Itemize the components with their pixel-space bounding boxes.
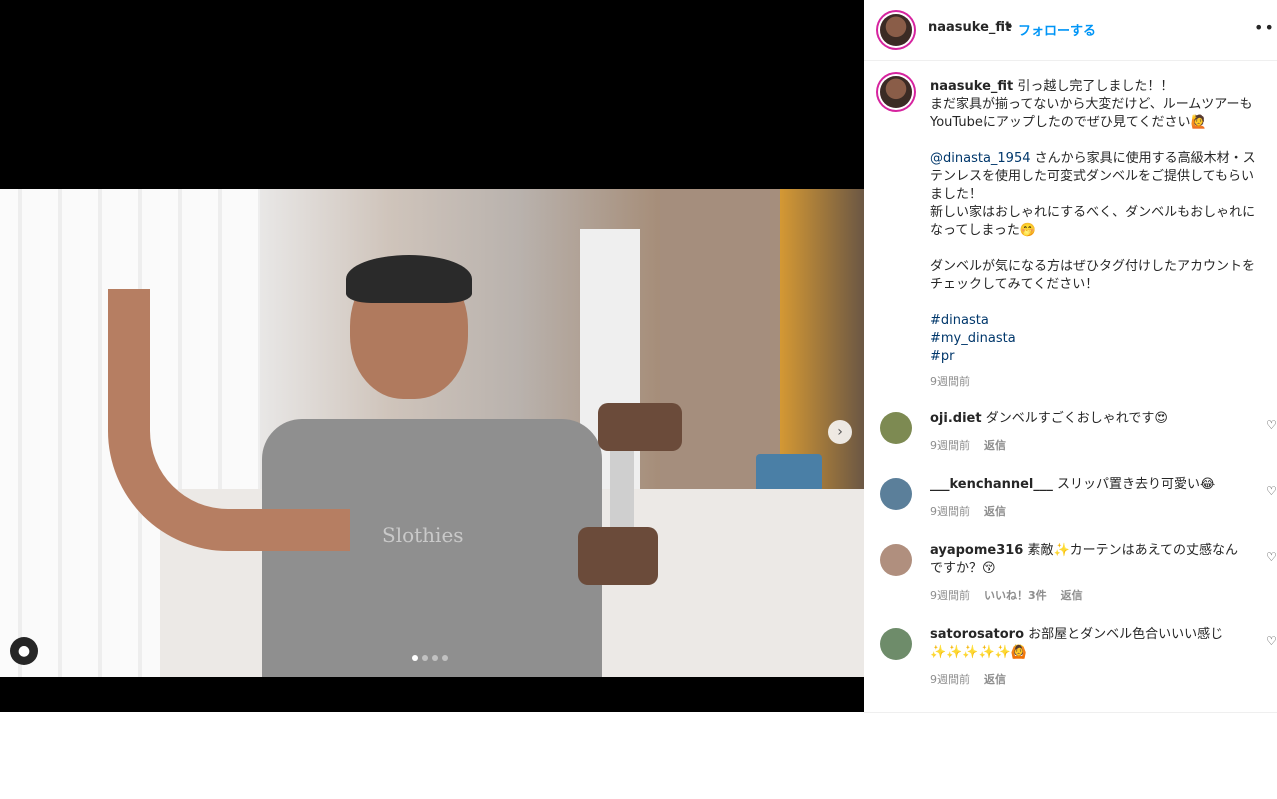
flexed-arm [108,289,350,551]
commenter-avatar[interactable] [880,544,912,576]
post-details-panel: naasuke_fit • フォローする ••• naasuke_fit 引っ越… [864,0,1277,713]
carousel-dot [422,655,428,661]
comment-username[interactable]: satorosatoro [930,627,1024,642]
hashtag-link[interactable]: #my_dinasta [930,330,1260,348]
follow-button[interactable]: フォローする [1018,20,1096,39]
comment-timestamp: 9週間前 [930,439,970,452]
reply-button[interactable]: 返信 [984,503,1006,519]
comment-likes-count[interactable]: いいね！3件 [984,587,1047,603]
post-photo[interactable]: Slothies [0,189,864,677]
comment-timestamp: 9週間前 [930,589,970,602]
comment-text: スリッパ置き去り可愛い😂 [1057,477,1216,492]
dumbbell-handle [610,451,634,531]
like-heart-icon[interactable]: ♡ [1266,550,1277,564]
comment-username[interactable]: ___kenchannel___ [930,477,1053,492]
author-username[interactable]: naasuke_fit [928,20,1011,35]
post-media: Slothies › ● [0,0,864,712]
mention-link[interactable]: @dinasta_1954 [930,151,1031,166]
carousel-dot [432,655,438,661]
comment-item: ayapome316 素敵✨カーテンはあえての丈感なんですか？😚 9週間前 いいね… [880,542,1277,612]
carousel-next-button[interactable]: › [828,420,852,444]
like-heart-icon[interactable]: ♡ [1266,418,1277,432]
separator-dot: • [1006,20,1014,35]
user-icon: ● [17,643,31,659]
post-header: naasuke_fit • フォローする ••• [864,0,1277,61]
commenter-avatar[interactable] [880,412,912,444]
caption-author-avatar[interactable] [880,76,912,108]
carousel-dot-active [412,655,418,661]
like-heart-icon[interactable]: ♡ [1266,634,1277,648]
carousel-dot [442,655,448,661]
caption-timestamp: 9週間前 [930,375,970,388]
comment-item: ___kenchannel___ スリッパ置き去り可愛い😂 9週間前 返信 ♡ [880,476,1277,526]
comment-timestamp: 9週間前 [930,673,970,686]
commenter-avatar[interactable] [880,628,912,660]
reply-button[interactable]: 返信 [984,437,1006,453]
comment-username[interactable]: ayapome316 [930,543,1023,558]
tagged-accounts-button[interactable]: ● [10,637,38,665]
shirt-print: Slothies [382,523,464,547]
carousel-indicator [412,655,448,661]
comment-timestamp: 9週間前 [930,505,970,518]
chevron-right-icon: › [837,424,843,440]
caption-line: 引っ越し完了しました！！ [1017,79,1174,94]
comment-username[interactable]: oji.diet [930,411,982,426]
author-avatar[interactable] [880,14,912,46]
commenter-avatar[interactable] [880,478,912,510]
reply-button[interactable]: 返信 [984,671,1006,687]
dumbbell-top-plate [598,403,682,451]
caption-line: ダンベルが気になる方はぜひタグ付けしたアカウントをチェックしてみてください！ [930,259,1256,292]
caption-line: 新しい家はおしゃれにするべく、ダンベルもおしゃれになってしまった🤭 [930,205,1256,238]
comment-text: ダンベルすごくおしゃれです😍 [985,411,1168,426]
caption-username[interactable]: naasuke_fit [930,79,1013,94]
reply-button[interactable]: 返信 [1061,587,1083,603]
hashtag-link[interactable]: #dinasta [930,312,1260,330]
post-caption: naasuke_fit 引っ越し完了しました！！ まだ家具が揃ってないから大変だ… [930,78,1260,366]
caption-line: まだ家具が揃ってないから大変だけど、ルームツアーもYouTubeにアップしたので… [930,97,1253,130]
like-heart-icon[interactable]: ♡ [1266,484,1277,498]
dumbbell-bottom-plate [578,527,658,585]
comment-item: oji.diet ダンベルすごくおしゃれです😍 9週間前 返信 ♡ [880,410,1277,460]
person-hair [346,255,472,303]
hashtag-link[interactable]: #pr [930,348,1260,366]
comment-item: satorosatoro お部屋とダンベル色合いいい感じ✨✨✨✨✨🙆 9週間前返… [880,626,1277,696]
more-options-icon[interactable]: ••• [1254,18,1277,37]
